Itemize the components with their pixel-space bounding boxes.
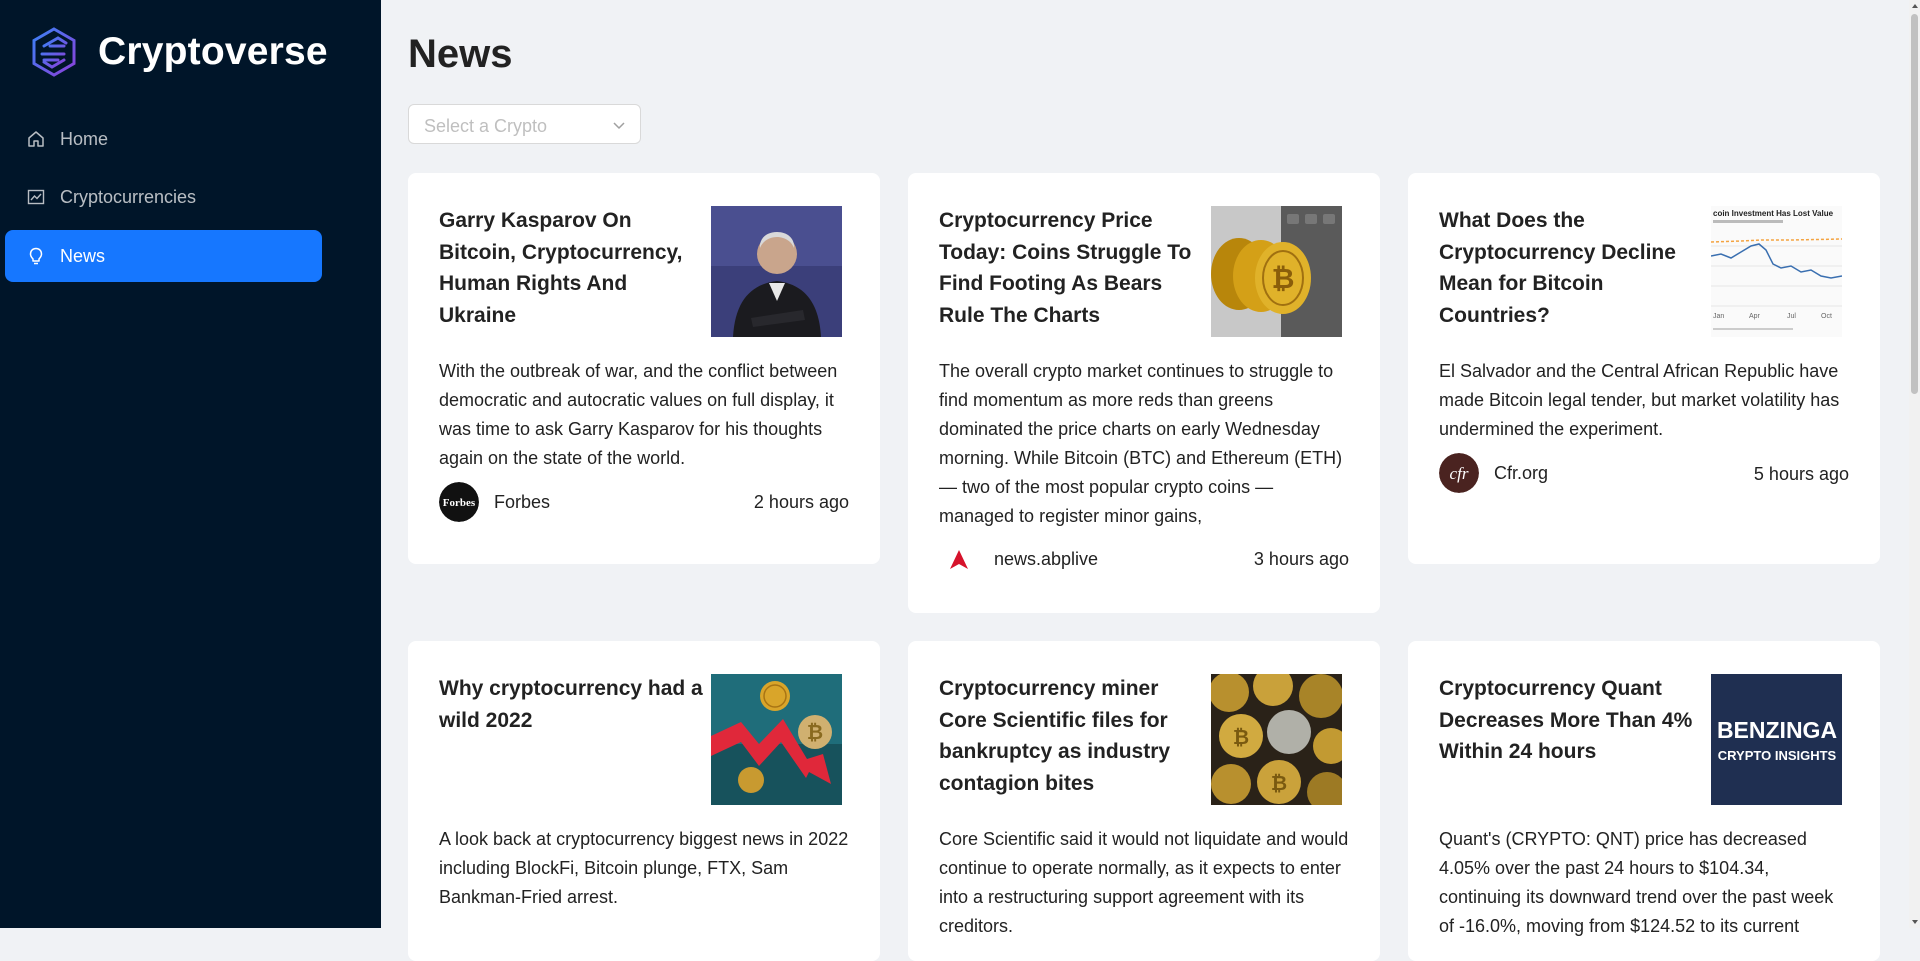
nav-item-label: Home <box>60 128 109 149</box>
crypto-select[interactable]: Select a Crypto <box>408 104 641 144</box>
news-card[interactable]: Cryptocurrency miner Core Scientific fil… <box>908 641 1380 961</box>
provider: Forbes Forbes <box>439 482 550 522</box>
provider-logo: cfr <box>1439 453 1479 493</box>
svg-text:Forbes: Forbes <box>443 497 476 509</box>
published-time: 2 hours ago <box>753 492 849 512</box>
news-card[interactable]: Cryptocurrency Price Today: Coins Strugg… <box>908 173 1380 613</box>
svg-text:₿: ₿ <box>1233 727 1249 749</box>
provider: cfr Cfr.org <box>1439 453 1548 493</box>
news-card[interactable]: Why cryptocurrency had a wild 2022 ₿ A l… <box>408 641 880 961</box>
card-title: Cryptocurrency Price Today: Coins Strugg… <box>939 209 1192 327</box>
scroll-down-icon[interactable] <box>1911 918 1919 926</box>
chart-icon <box>26 187 46 207</box>
card-description: Core Scientific said it would not liquid… <box>939 829 1349 936</box>
logo-icon <box>32 27 76 77</box>
svg-text:Jan: Jan <box>1713 313 1724 320</box>
provider-name: news.abplive <box>994 548 1099 569</box>
article-image: ₿ ₿ <box>1211 674 1342 805</box>
svg-text:₿: ₿ <box>1271 773 1287 795</box>
card-description: El Salvador and the Central African Repu… <box>1439 361 1840 439</box>
article-image <box>711 206 842 337</box>
scroll-up-icon[interactable] <box>1911 2 1919 10</box>
article-image: BENZINGA CRYPTO INSIGHTS <box>1711 674 1842 805</box>
nav-item-label: News <box>60 245 106 266</box>
nav-item-label: Cryptocurrencies <box>60 186 197 207</box>
svg-text:BENZINGA: BENZINGA <box>1717 717 1837 743</box>
sidebar: Cryptoverse Home Cryptocurrencies News <box>0 0 381 928</box>
news-card[interactable]: Cryptocurrency Quant Decreases More Than… <box>1408 641 1880 961</box>
card-description: The overall crypto market continues to s… <box>939 361 1343 526</box>
article-image: coin Investment Has Lost Value Jan Apr J… <box>1711 206 1842 337</box>
svg-text:cfr: cfr <box>1450 464 1469 483</box>
provider: news.abplive <box>939 539 1098 579</box>
published-time: 3 hours ago <box>1253 549 1349 569</box>
article-image: ₿ <box>1211 206 1342 337</box>
provider-name: Cfr.org <box>1494 462 1549 483</box>
card-title: Garry Kasparov On Bitcoin, Cryptocurrenc… <box>439 209 683 327</box>
svg-text:₿: ₿ <box>807 722 823 744</box>
card-title: What Does the Cryptocurrency Decline Mea… <box>1439 209 1676 327</box>
svg-text:₿: ₿ <box>1272 263 1295 294</box>
news-card[interactable]: Garry Kasparov On Bitcoin, Cryptocurrenc… <box>408 173 880 564</box>
home-icon <box>26 129 46 149</box>
chevron-down-icon <box>613 122 625 130</box>
card-title: Why cryptocurrency had a wild 2022 <box>439 677 703 732</box>
provider-logo: Forbes <box>439 482 479 522</box>
published-time: 5 hours ago <box>1753 464 1849 484</box>
svg-text:Oct: Oct <box>1821 313 1832 320</box>
scrollbar[interactable] <box>1909 0 1920 928</box>
svg-text:Apr: Apr <box>1749 313 1761 320</box>
svg-text:coin Investment Has Lost Value: coin Investment Has Lost Value <box>1713 209 1834 218</box>
bulb-icon <box>26 246 46 266</box>
nav-item-news[interactable]: News <box>5 230 322 282</box>
card-description: With the outbreak of war, and the confli… <box>439 361 838 468</box>
select-placeholder: Select a Crypto <box>424 116 548 136</box>
page-title: News <box>408 32 513 76</box>
main-content: News Select a Crypto Garry Kasparov On B… <box>381 0 1909 961</box>
nav-item-cryptocurrencies[interactable]: Cryptocurrencies <box>5 171 322 223</box>
article-image: ₿ <box>711 674 842 805</box>
card-description: Quant's (CRYPTO: QNT) price has decrease… <box>1439 829 1834 936</box>
brand[interactable]: Cryptoverse <box>28 26 328 78</box>
news-card[interactable]: What Does the Cryptocurrency Decline Mea… <box>1408 173 1880 564</box>
scrollbar-thumb[interactable] <box>1911 14 1918 394</box>
svg-text:Jul: Jul <box>1787 313 1796 320</box>
provider-logo <box>939 539 979 579</box>
card-title: Cryptocurrency miner Core Scientific fil… <box>939 677 1171 795</box>
app-title: Cryptoverse <box>98 30 328 73</box>
svg-text:CRYPTO INSIGHTS: CRYPTO INSIGHTS <box>1718 748 1837 763</box>
provider-name: Forbes <box>494 491 551 512</box>
card-description: A look back at cryptocurrency biggest ne… <box>439 829 849 907</box>
nav-item-home[interactable]: Home <box>5 113 322 165</box>
card-title: Cryptocurrency Quant Decreases More Than… <box>1439 677 1693 763</box>
